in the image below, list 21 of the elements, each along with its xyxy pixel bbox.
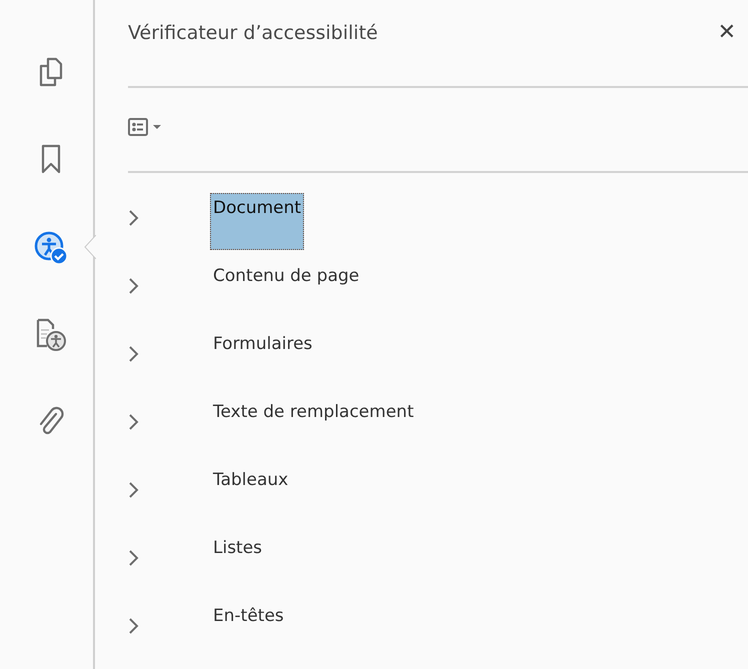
expand-chevron-icon[interactable] xyxy=(128,481,140,499)
expand-chevron-icon[interactable] xyxy=(128,209,140,227)
tree-item[interactable]: Contenu de page xyxy=(210,261,362,318)
expand-chevron-icon[interactable] xyxy=(128,549,140,567)
tree-item[interactable]: En-têtes xyxy=(210,601,287,658)
tree-item[interactable]: Document xyxy=(210,193,304,250)
accessible-document-icon[interactable] xyxy=(36,318,66,352)
expand-chevron-icon[interactable] xyxy=(128,345,140,363)
tree-item[interactable]: Tableaux xyxy=(210,465,292,522)
bookmark-icon[interactable] xyxy=(40,144,60,174)
close-button[interactable]: ✕ xyxy=(718,20,748,46)
accessibility-check-icon[interactable] xyxy=(34,231,68,265)
paperclip-icon[interactable] xyxy=(38,405,64,437)
pages-icon[interactable] xyxy=(38,57,62,87)
tree-item[interactable]: Listes xyxy=(210,533,266,590)
tree-item[interactable]: Formulaires xyxy=(210,329,316,386)
expand-chevron-icon[interactable] xyxy=(128,413,140,431)
expand-chevron-icon[interactable] xyxy=(128,277,140,295)
panel-title: Vérificateur d’accessibilité xyxy=(128,22,378,44)
tree-item[interactable]: Texte de remplacement xyxy=(210,397,417,454)
expand-chevron-icon[interactable] xyxy=(128,617,140,635)
